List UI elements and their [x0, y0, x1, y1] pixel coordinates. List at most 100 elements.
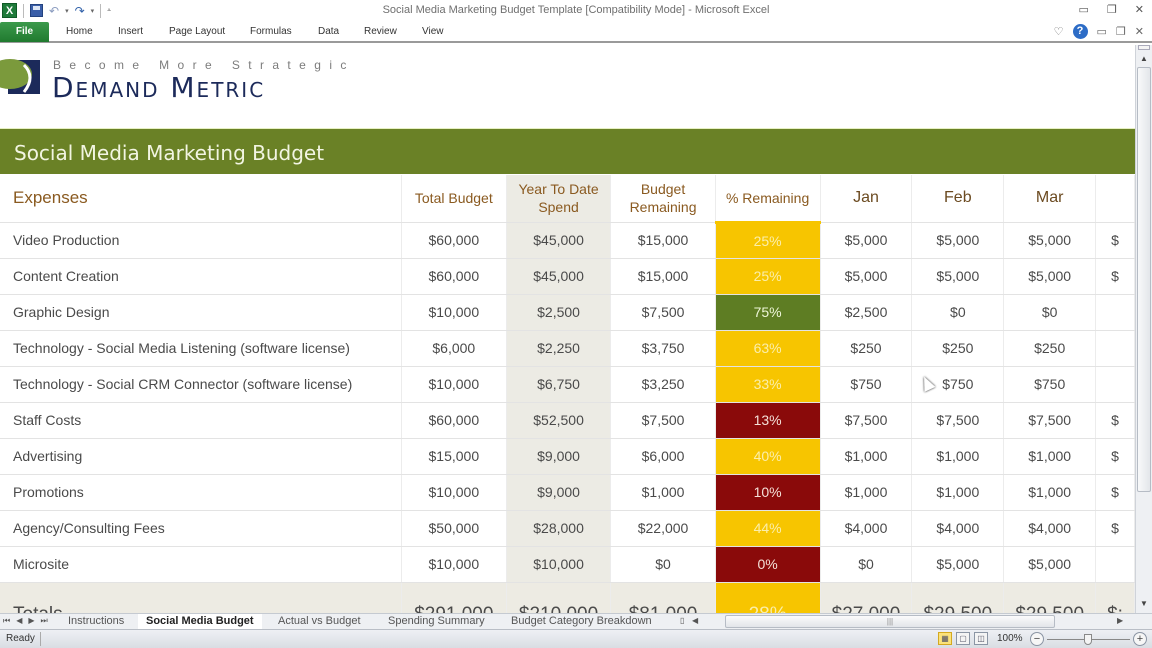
pct-remaining-cell[interactable]: 25% [715, 258, 821, 295]
last-sheet-icon[interactable]: ⏭ [41, 616, 48, 626]
month-cell[interactable]: $750 [820, 366, 913, 403]
expense-label[interactable]: Staff Costs [0, 402, 402, 439]
sheet-tab-social-media-budget[interactable]: Social Media Budget [138, 614, 262, 629]
tab-review[interactable]: Review [364, 26, 397, 37]
pct-remaining-cell[interactable]: 33% [715, 366, 821, 403]
month-cell[interactable]: $1,000 [911, 438, 1005, 475]
sheet-tab-instructions[interactable]: Instructions [60, 614, 132, 629]
pct-remaining-cell[interactable]: 25% [715, 222, 821, 259]
ytd-spend-cell[interactable]: $9,000 [506, 474, 612, 511]
tab-insert[interactable]: Insert [118, 26, 143, 37]
budget-remaining-cell[interactable]: $7,500 [610, 294, 716, 331]
totals-ytd-spend[interactable]: $210,000 [506, 582, 612, 613]
total-budget-cell[interactable]: $60,000 [401, 222, 507, 259]
help-icon[interactable]: ? [1072, 24, 1088, 39]
month-cell[interactable]: $1,000 [820, 474, 913, 511]
budget-remaining-cell[interactable]: $1,000 [610, 474, 716, 511]
totals-month-cell[interactable]: $27,000 [820, 582, 913, 613]
next-month-cell[interactable] [1095, 366, 1135, 403]
month-cell[interactable]: $7,500 [911, 402, 1005, 439]
header-next-month[interactable] [1095, 175, 1135, 223]
header-ytd-spend[interactable]: Year To Date Spend [506, 175, 612, 223]
scroll-down-icon[interactable]: ▼ [1138, 599, 1150, 611]
budget-remaining-cell[interactable]: $7,500 [610, 402, 716, 439]
tab-view[interactable]: View [422, 26, 444, 37]
pct-remaining-cell[interactable]: 10% [715, 474, 821, 511]
worksheet[interactable]: Become More Strategic Demand Metric Soci… [0, 45, 1135, 613]
totals-label[interactable]: Totals [0, 582, 402, 613]
tab-file[interactable]: File [0, 22, 49, 42]
budget-remaining-cell[interactable]: $3,750 [610, 330, 716, 367]
tab-data[interactable]: Data [318, 26, 339, 37]
workbook-close-icon[interactable]: ✕ [1135, 25, 1144, 38]
expense-label[interactable]: Microsite [0, 546, 402, 583]
month-cell[interactable]: $1,000 [1003, 474, 1097, 511]
month-cell[interactable]: $4,000 [1003, 510, 1097, 547]
next-month-cell[interactable] [1095, 546, 1135, 583]
totals-month-cell[interactable]: $29,500 [1003, 582, 1097, 613]
month-cell[interactable]: $5,000 [820, 258, 913, 295]
budget-remaining-cell[interactable]: $15,000 [610, 258, 716, 295]
header-mar[interactable]: Mar [1003, 175, 1097, 223]
totals-budget-remaining[interactable]: $81,000 [610, 582, 716, 613]
month-cell[interactable]: $750 [1003, 366, 1097, 403]
restore-icon[interactable]: ❐ [1107, 3, 1117, 16]
total-budget-cell[interactable]: $10,000 [401, 474, 507, 511]
ytd-spend-cell[interactable]: $28,000 [506, 510, 612, 547]
page-layout-view-icon[interactable]: ▢ [956, 632, 970, 645]
pct-remaining-cell[interactable]: 40% [715, 438, 821, 475]
sheet-tab-spending-summary[interactable]: Spending Summary [380, 614, 493, 629]
month-cell[interactable]: $0 [911, 294, 1005, 331]
month-cell[interactable]: $250 [820, 330, 913, 367]
month-cell[interactable]: $5,000 [1003, 222, 1097, 259]
expense-label[interactable]: Advertising [0, 438, 402, 475]
header-expenses[interactable]: Expenses [0, 175, 402, 223]
scroll-right-icon[interactable]: ▶ [1117, 616, 1123, 625]
normal-view-icon[interactable]: ▦ [938, 632, 952, 645]
total-budget-cell[interactable]: $60,000 [401, 402, 507, 439]
header-total-budget[interactable]: Total Budget [401, 175, 507, 223]
ytd-spend-cell[interactable]: $52,500 [506, 402, 612, 439]
sheet-tab-budget-category-breakdown[interactable]: Budget Category Breakdown [503, 614, 660, 629]
expense-label[interactable]: Promotions [0, 474, 402, 511]
month-cell[interactable]: $5,000 [911, 222, 1005, 259]
total-budget-cell[interactable]: $10,000 [401, 294, 507, 331]
total-budget-cell[interactable]: $6,000 [401, 330, 507, 367]
next-month-cell[interactable]: $ [1095, 402, 1135, 439]
totals-pct-remaining[interactable]: 28% [715, 582, 821, 613]
expense-label[interactable]: Technology - Social Media Listening (sof… [0, 330, 402, 367]
totals-total-budget[interactable]: $291,000 [401, 582, 507, 613]
month-cell[interactable]: $7,500 [820, 402, 913, 439]
month-cell[interactable]: $5,000 [911, 258, 1005, 295]
month-cell[interactable]: $0 [1003, 294, 1097, 331]
month-cell[interactable]: $250 [911, 330, 1005, 367]
month-cell[interactable]: $7,500 [1003, 402, 1097, 439]
next-month-cell[interactable]: $ [1095, 510, 1135, 547]
month-cell[interactable]: $5,000 [911, 546, 1005, 583]
expense-label[interactable]: Graphic Design [0, 294, 402, 331]
split-handle[interactable] [1138, 45, 1150, 50]
month-cell[interactable]: $5,000 [1003, 258, 1097, 295]
vertical-scroll-thumb[interactable] [1137, 67, 1151, 492]
month-cell[interactable]: $4,000 [820, 510, 913, 547]
pct-remaining-cell[interactable]: 75% [715, 294, 821, 331]
scroll-left-icon[interactable]: ◀ [692, 616, 698, 625]
next-month-cell[interactable] [1095, 294, 1135, 331]
expense-label[interactable]: Video Production [0, 222, 402, 259]
next-month-cell[interactable]: $ [1095, 438, 1135, 475]
ytd-spend-cell[interactable]: $45,000 [506, 258, 612, 295]
month-cell[interactable]: $1,000 [911, 474, 1005, 511]
minimize-icon[interactable]: ▭ [1079, 3, 1089, 16]
header-budget-remaining[interactable]: Budget Remaining [610, 175, 716, 223]
ytd-spend-cell[interactable]: $9,000 [506, 438, 612, 475]
header-feb[interactable]: Feb [911, 175, 1005, 223]
expense-label[interactable]: Agency/Consulting Fees [0, 510, 402, 547]
pct-remaining-cell[interactable]: 44% [715, 510, 821, 547]
total-budget-cell[interactable]: $60,000 [401, 258, 507, 295]
month-cell[interactable]: $2,500 [820, 294, 913, 331]
close-icon[interactable]: ✕ [1135, 3, 1144, 16]
scroll-up-icon[interactable]: ▲ [1138, 53, 1150, 65]
zoom-out-icon[interactable]: − [1030, 632, 1044, 646]
horizontal-scroll-thumb[interactable]: ||| [725, 615, 1055, 628]
zoom-in-icon[interactable]: + [1133, 632, 1147, 646]
